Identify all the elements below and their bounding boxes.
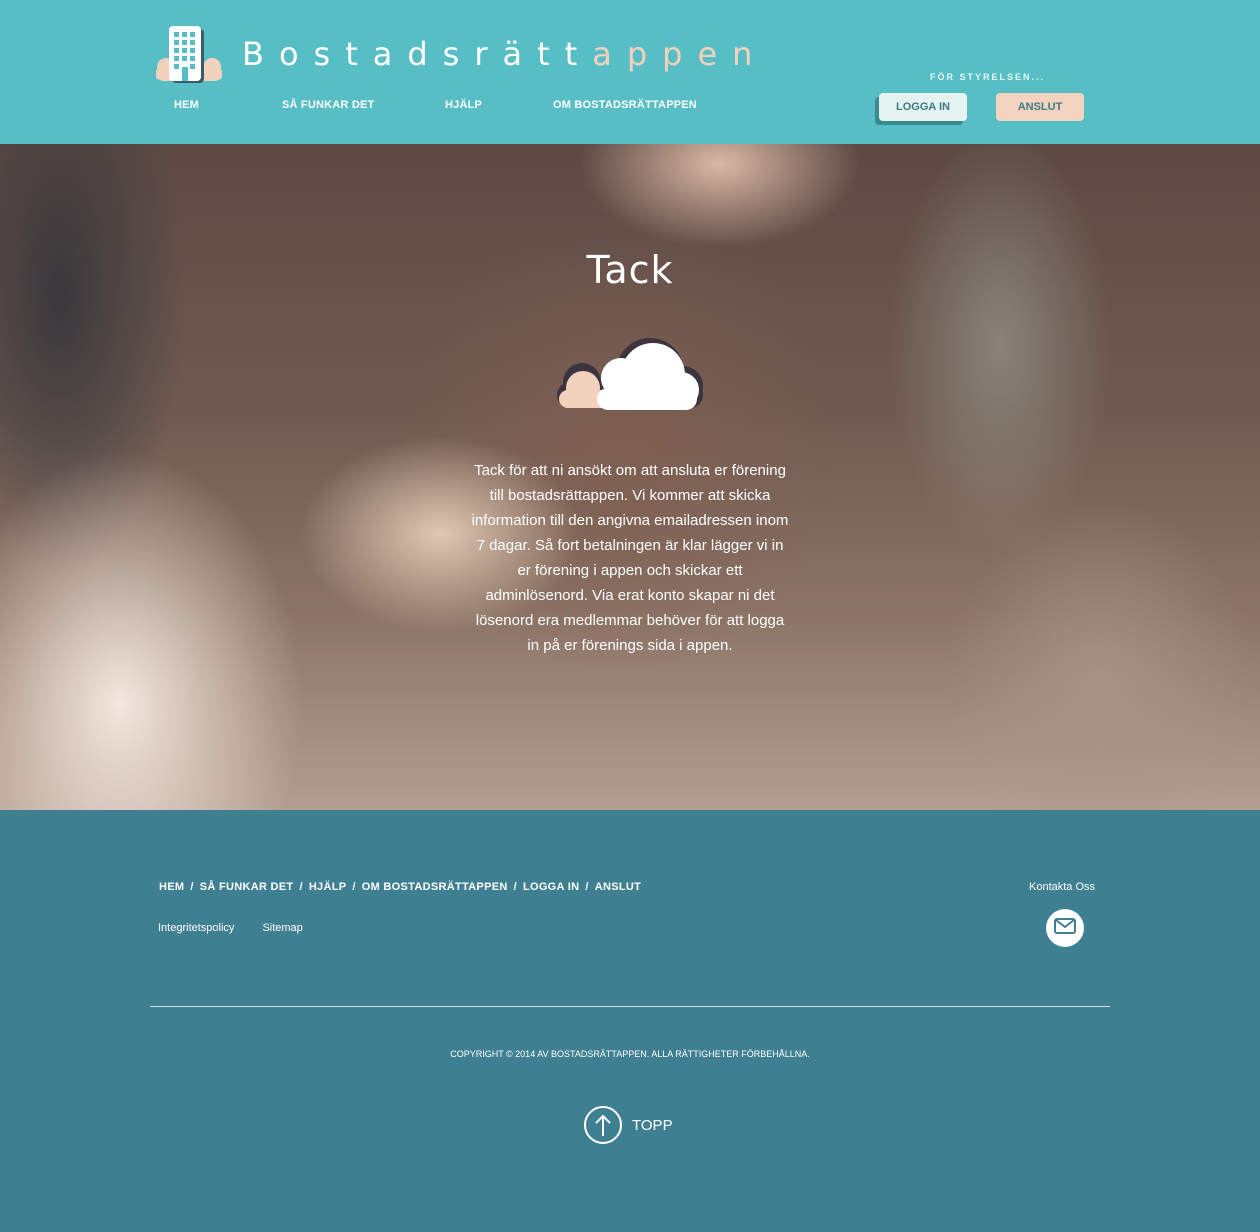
nav-item-hem[interactable]: HEM bbox=[174, 99, 282, 111]
footer-nav-anslut[interactable]: ANSLUT bbox=[595, 881, 641, 893]
building-logo-icon bbox=[155, 23, 223, 85]
contact-mail-button[interactable] bbox=[1046, 909, 1084, 947]
footer-nav-hjalp[interactable]: HJÄLP bbox=[309, 881, 347, 893]
footer-divider bbox=[150, 1006, 1110, 1007]
arrow-up-icon bbox=[584, 1106, 622, 1144]
back-to-top-button[interactable]: TOPP bbox=[584, 1106, 673, 1144]
page-title: Tack bbox=[586, 248, 674, 292]
footer-nav-hem[interactable]: HEM bbox=[159, 881, 184, 893]
mail-icon bbox=[1054, 917, 1076, 939]
footer-secondary-links: Integritetspolicy Sitemap bbox=[158, 922, 331, 934]
site-logo[interactable]: Bostadsrättappen bbox=[155, 22, 752, 86]
footer-nav-sa-funkar-det[interactable]: SÅ FUNKAR DET bbox=[200, 881, 294, 893]
footer-nav-separator: / bbox=[190, 881, 194, 893]
nav-item-om[interactable]: OM BOSTADSRÄTTAPPEN bbox=[553, 99, 697, 111]
login-button[interactable]: LOGGA IN bbox=[879, 93, 967, 121]
logo-accent-text: appen bbox=[592, 35, 768, 73]
footer-nav-separator: / bbox=[352, 881, 356, 893]
site-header: Bostadsrättappen HEM SÅ FUNKAR DET HJÄLP… bbox=[0, 0, 1260, 144]
footer-nav: HEM / SÅ FUNKAR DET / HJÄLP / OM BOSTADS… bbox=[159, 881, 641, 893]
nav-item-sa-funkar-det[interactable]: SÅ FUNKAR DET bbox=[282, 99, 445, 111]
back-to-top-label: TOPP bbox=[632, 1116, 673, 1134]
footer-nav-separator: / bbox=[299, 881, 303, 893]
logo-wordmark: Bostadsrättappen bbox=[242, 35, 767, 73]
footer-nav-separator: / bbox=[513, 881, 517, 893]
thank-you-message: Tack för att ni ansökt om att ansluta er… bbox=[471, 462, 789, 654]
footer-nav-separator: / bbox=[585, 881, 589, 893]
sitemap-link[interactable]: Sitemap bbox=[262, 922, 302, 934]
contact-label: Kontakta Oss bbox=[1029, 881, 1096, 893]
site-footer: HEM / SÅ FUNKAR DET / HJÄLP / OM BOSTADS… bbox=[0, 810, 1260, 1232]
privacy-policy-link[interactable]: Integritetspolicy bbox=[158, 922, 234, 934]
hero-section: Tack Tack för att ni ansökt om att anslu… bbox=[0, 144, 1260, 810]
board-label: FÖR STYRELSEN... bbox=[930, 72, 1046, 82]
footer-nav-om[interactable]: OM BOSTADSRÄTTAPPEN bbox=[362, 881, 508, 893]
join-button[interactable]: ANSLUT bbox=[996, 93, 1084, 121]
footer-nav-logga-in[interactable]: LOGGA IN bbox=[523, 881, 579, 893]
main-nav: HEM SÅ FUNKAR DET HJÄLP OM BOSTADSRÄTTAP… bbox=[174, 99, 697, 111]
logo-main-text: Bostadsrätt bbox=[242, 35, 593, 73]
cloud-icon bbox=[555, 338, 705, 412]
copyright-text: COPYRIGHT © 2014 AV BOSTADSRÄTTAPPEN. AL… bbox=[450, 1049, 810, 1059]
nav-item-hjalp[interactable]: HJÄLP bbox=[445, 99, 553, 111]
